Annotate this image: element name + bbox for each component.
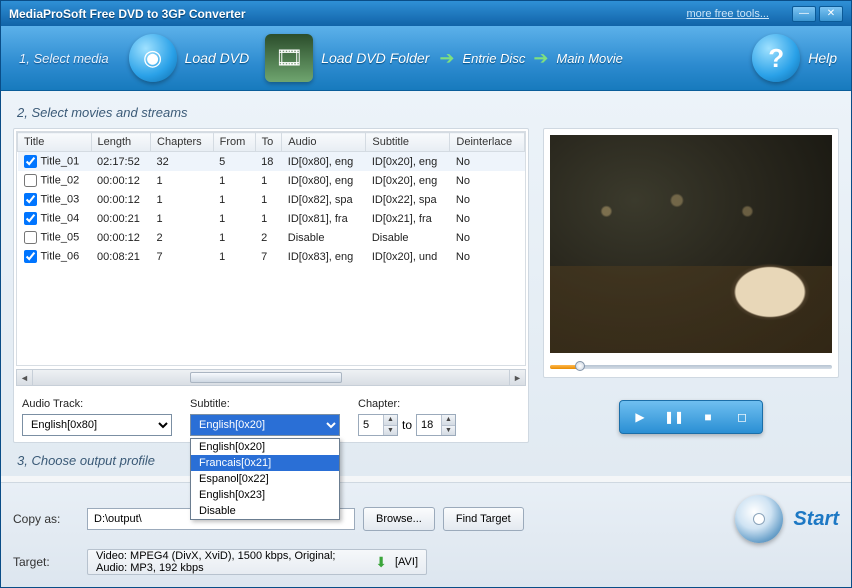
target-profile-select[interactable]: Video: MPEG4 (DivX, XviD), 1500 kbps, Or… <box>87 549 427 575</box>
browse-button[interactable]: Browse... <box>363 507 435 531</box>
col-deinterlace[interactable]: Deinterlace <box>450 133 525 152</box>
subtitle-dropdown-list[interactable]: English[0x20] Francais[0x21] Espanol[0x2… <box>190 438 340 520</box>
play-button[interactable]: ▶ <box>624 405 656 429</box>
col-chapters[interactable]: Chapters <box>151 133 214 152</box>
stop-button[interactable]: ■ <box>692 405 724 429</box>
entire-disc-button[interactable]: Entrie Disc <box>462 51 525 66</box>
chapter-from-spinner[interactable]: 5 ▲▼ <box>358 414 398 436</box>
chapter-to-spinner[interactable]: 18 ▲▼ <box>416 414 456 436</box>
window-title: MediaProSoft Free DVD to 3GP Converter <box>9 7 686 21</box>
player-controls: ▶ ❚❚ ■ ◻ <box>619 400 763 434</box>
download-icon: ⬇ <box>375 554 387 571</box>
pause-button[interactable]: ❚❚ <box>658 405 690 429</box>
row-checkbox[interactable] <box>24 231 37 244</box>
find-target-button[interactable]: Find Target <box>443 507 524 531</box>
start-label: Start <box>793 508 839 531</box>
step2-label: 2, Select movies and streams <box>17 105 839 120</box>
to-label: to <box>402 418 412 432</box>
step3-label: 3, Choose output profile <box>17 453 839 468</box>
target-format-text: [AVI] <box>395 556 418 568</box>
table-row[interactable]: Title_0600:08:21717ID[0x83], engID[0x20]… <box>18 247 525 266</box>
row-checkbox[interactable] <box>24 212 37 225</box>
copy-as-label: Copy as: <box>13 512 79 526</box>
table-row[interactable]: Title_0300:00:12111ID[0x82], spaID[0x22]… <box>18 190 525 209</box>
spin-up-icon[interactable]: ▲ <box>383 415 397 426</box>
main-movie-button[interactable]: Main Movie <box>556 51 622 66</box>
target-profile-text: Video: MPEG4 (DivX, XviD), 1500 kbps, Or… <box>96 550 367 574</box>
help-button[interactable]: ? Help <box>752 34 837 82</box>
more-tools-link[interactable]: more free tools... <box>686 8 769 20</box>
audio-track-select[interactable]: English[0x80] <box>22 414 172 436</box>
target-label: Target: <box>13 555 79 569</box>
scroll-left-icon[interactable]: ◄ <box>17 370 33 385</box>
row-checkbox[interactable] <box>24 155 37 168</box>
table-row[interactable]: Title_0400:00:21111ID[0x81], fraID[0x21]… <box>18 209 525 228</box>
spin-down-icon[interactable]: ▼ <box>441 426 455 436</box>
scroll-thumb[interactable] <box>190 372 342 383</box>
row-checkbox[interactable] <box>24 193 37 206</box>
subtitle-option[interactable]: Disable <box>191 503 339 519</box>
chapter-label: Chapter: <box>358 398 456 410</box>
subtitle-option[interactable]: English[0x20] <box>191 439 339 455</box>
subtitle-option[interactable]: Francais[0x21] <box>191 455 339 471</box>
subtitle-option[interactable]: English[0x23] <box>191 487 339 503</box>
step1-label: 1, Select media <box>19 51 109 66</box>
table-row[interactable]: Title_0102:17:5232518ID[0x80], engID[0x2… <box>18 152 525 172</box>
help-icon: ? <box>752 34 800 82</box>
snapshot-button[interactable]: ◻ <box>726 405 758 429</box>
load-dvd-folder-label: Load DVD Folder <box>321 50 429 66</box>
subtitle-option[interactable]: Espanol[0x22] <box>191 471 339 487</box>
load-dvd-button[interactable]: ◉ Load DVD <box>129 34 250 82</box>
minimize-button[interactable]: — <box>792 6 816 22</box>
arrow-icon: ➔ <box>533 48 548 69</box>
scroll-right-icon[interactable]: ► <box>509 370 525 385</box>
seek-thumb[interactable] <box>575 361 585 371</box>
col-subtitle[interactable]: Subtitle <box>366 133 450 152</box>
disc-icon: ◉ <box>129 34 177 82</box>
subtitle-label: Subtitle: <box>190 398 340 410</box>
table-row[interactable]: Title_0500:00:12212DisableDisableNo <box>18 228 525 247</box>
folder-icon: 🎞 <box>265 34 313 82</box>
row-checkbox[interactable] <box>24 174 37 187</box>
spin-down-icon[interactable]: ▼ <box>383 426 397 436</box>
close-button[interactable]: ✕ <box>819 6 843 22</box>
arrow-icon: ➔ <box>439 48 454 69</box>
preview-video[interactable] <box>550 135 832 353</box>
col-length[interactable]: Length <box>91 133 151 152</box>
spin-up-icon[interactable]: ▲ <box>441 415 455 426</box>
row-checkbox[interactable] <box>24 250 37 263</box>
titles-table[interactable]: Title Length Chapters From To Audio Subt… <box>16 131 526 366</box>
titlebar: MediaProSoft Free DVD to 3GP Converter m… <box>1 1 851 26</box>
main-toolbar: 1, Select media ◉ Load DVD 🎞 Load DVD Fo… <box>1 26 851 91</box>
horizontal-scrollbar[interactable]: ◄ ► <box>16 369 526 386</box>
seek-bar[interactable] <box>550 361 832 371</box>
start-button[interactable]: Start <box>735 495 839 543</box>
load-dvd-label: Load DVD <box>185 50 250 66</box>
preview-panel <box>543 128 839 378</box>
help-label: Help <box>808 50 837 66</box>
col-title[interactable]: Title <box>18 133 92 152</box>
load-dvd-folder-button[interactable]: 🎞 Load DVD Folder <box>265 34 429 82</box>
subtitle-select[interactable]: English[0x20] <box>190 414 340 436</box>
audio-track-label: Audio Track: <box>22 398 172 410</box>
disc-start-icon <box>735 495 783 543</box>
col-from[interactable]: From <box>213 133 255 152</box>
col-to[interactable]: To <box>255 133 282 152</box>
col-audio[interactable]: Audio <box>282 133 366 152</box>
table-row[interactable]: Title_0200:00:12111ID[0x80], engID[0x20]… <box>18 171 525 190</box>
titles-panel: Title Length Chapters From To Audio Subt… <box>13 128 529 443</box>
